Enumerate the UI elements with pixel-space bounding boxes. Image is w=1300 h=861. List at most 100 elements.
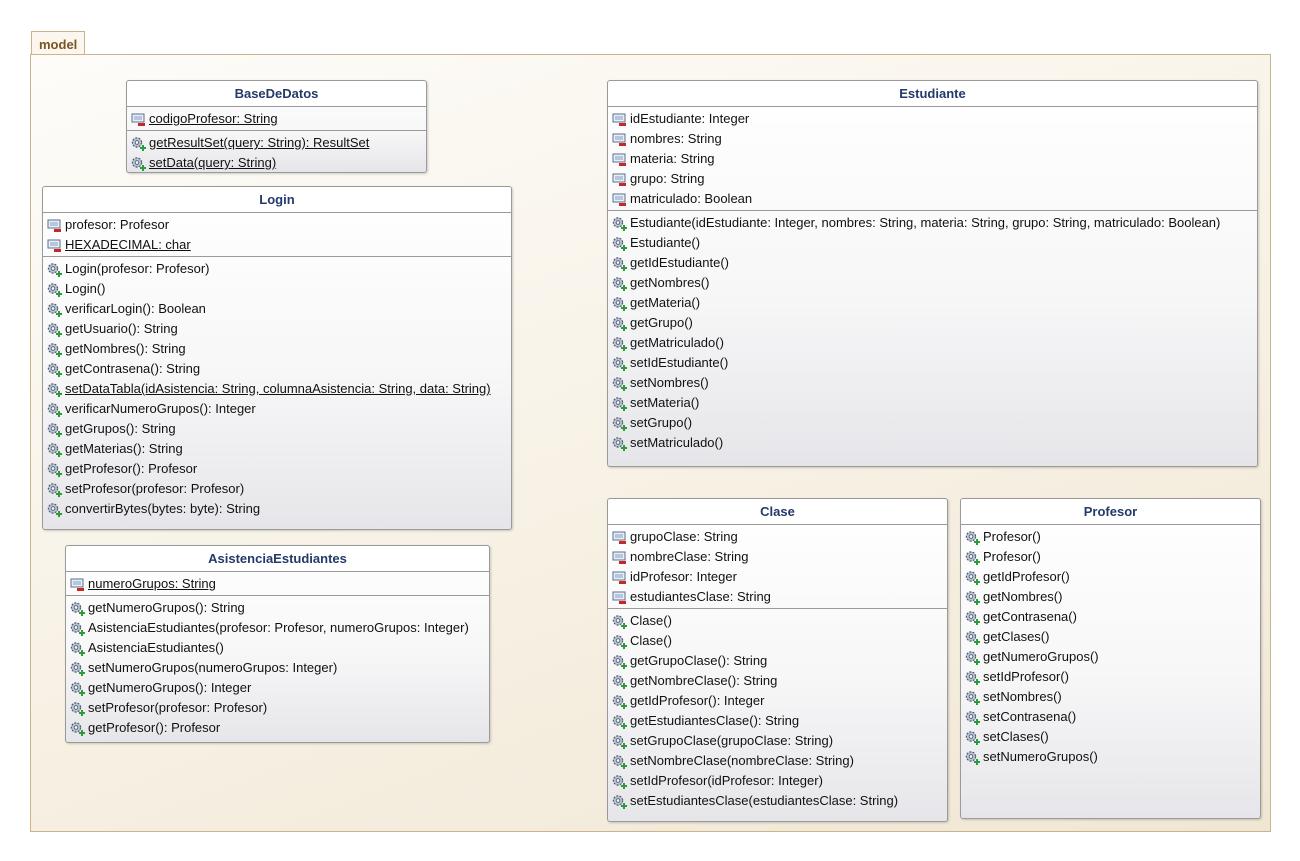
operation-text: Estudiante(idEstudiante: Integer, nombre… xyxy=(630,215,1221,230)
public-method-icon xyxy=(612,615,627,629)
attribute-row[interactable]: materia: String xyxy=(608,149,1257,169)
attribute-row[interactable]: matriculado: Boolean xyxy=(608,189,1257,209)
operation-row[interactable]: getUsuario(): String xyxy=(43,319,511,339)
operation-text: getNombres() xyxy=(630,275,710,290)
class-basededatos[interactable]: BaseDeDatos codigoProfesor: String getResu… xyxy=(126,80,427,173)
operation-row[interactable]: setNumeroGrupos() xyxy=(961,747,1260,767)
operation-row[interactable]: setDataTabla(idAsistencia: String, colum… xyxy=(43,379,511,399)
private-field-icon xyxy=(47,219,61,232)
class-profesor[interactable]: Profesor Profesor() Profesor() getIdProfeso… xyxy=(960,498,1261,819)
attribute-row[interactable]: idProfesor: Integer xyxy=(608,567,947,587)
operation-row[interactable]: setGrupo() xyxy=(608,413,1257,433)
attribute-row[interactable]: grupo: String xyxy=(608,169,1257,189)
operation-row[interactable]: getClases() xyxy=(961,627,1260,647)
public-method-icon xyxy=(965,751,980,765)
operation-row[interactable]: setNombreClase(nombreClase: String) xyxy=(608,751,947,771)
operation-row[interactable]: getIdProfesor(): Integer xyxy=(608,691,947,711)
operation-row[interactable]: getNombres() xyxy=(608,273,1257,293)
operation-row[interactable]: setProfesor(profesor: Profesor) xyxy=(66,698,489,718)
operation-row[interactable]: getResultSet(query: String): ResultSet xyxy=(127,133,426,153)
operation-text: setData(query: String) xyxy=(149,155,277,170)
private-field-icon xyxy=(612,173,626,186)
attribute-row[interactable]: HEXADECIMAL: char xyxy=(43,235,511,255)
operation-row[interactable]: Clase() xyxy=(608,611,947,631)
attribute-row[interactable]: nombreClase: String xyxy=(608,547,947,567)
operation-row[interactable]: Login() xyxy=(43,279,511,299)
operation-row[interactable]: verificarLogin(): Boolean xyxy=(43,299,511,319)
public-method-icon xyxy=(612,257,627,271)
operation-row[interactable]: Profesor() xyxy=(961,527,1260,547)
operation-row[interactable]: Login(profesor: Profesor) xyxy=(43,259,511,279)
operation-row[interactable]: setIdProfesor() xyxy=(961,667,1260,687)
package-tab[interactable]: model xyxy=(31,31,85,54)
public-method-icon xyxy=(965,531,980,545)
operation-row[interactable]: verificarNumeroGrupos(): Integer xyxy=(43,399,511,419)
public-method-icon xyxy=(612,397,627,411)
operation-row[interactable]: getContrasena() xyxy=(961,607,1260,627)
operation-row[interactable]: setProfesor(profesor: Profesor) xyxy=(43,479,511,499)
class-asistenciaestudiantes[interactable]: AsistenciaEstudiantes numeroGrupos: Strin… xyxy=(65,545,490,743)
operation-row[interactable]: getEstudiantesClase(): String xyxy=(608,711,947,731)
public-method-icon xyxy=(47,443,62,457)
attribute-row[interactable]: numeroGrupos: String xyxy=(66,574,489,594)
class-name: Estudiante xyxy=(608,81,1257,107)
operation-text: getGrupoClase(): String xyxy=(630,653,768,668)
operation-row[interactable]: Clase() xyxy=(608,631,947,651)
operation-text: AsistenciaEstudiantes() xyxy=(88,640,224,655)
operation-row[interactable]: getProfesor(): Profesor xyxy=(66,718,489,738)
operation-row[interactable]: getNombres(): String xyxy=(43,339,511,359)
operation-row[interactable]: getNombreClase(): String xyxy=(608,671,947,691)
operation-row[interactable]: Profesor() xyxy=(961,547,1260,567)
operation-row[interactable]: getGrupo() xyxy=(608,313,1257,333)
operation-row[interactable]: getMaterias(): String xyxy=(43,439,511,459)
operation-row[interactable]: getMateria() xyxy=(608,293,1257,313)
operation-row[interactable]: setNombres() xyxy=(608,373,1257,393)
operation-row[interactable]: AsistenciaEstudiantes(profesor: Profesor… xyxy=(66,618,489,638)
attribute-row[interactable]: idEstudiante: Integer xyxy=(608,109,1257,129)
operation-row[interactable]: Estudiante(idEstudiante: Integer, nombre… xyxy=(608,213,1257,233)
attributes-compartment: numeroGrupos: String xyxy=(66,572,489,596)
operation-row[interactable]: getMatriculado() xyxy=(608,333,1257,353)
operation-row[interactable]: setMatriculado() xyxy=(608,433,1257,453)
class-login[interactable]: Login profesor: Profesor HEXADECIMAL: char… xyxy=(42,186,512,530)
operation-text: setGrupo() xyxy=(630,415,693,430)
attribute-row[interactable]: codigoProfesor: String xyxy=(127,109,426,129)
operation-row[interactable]: getIdProfesor() xyxy=(961,567,1260,587)
operation-row[interactable]: getGrupos(): String xyxy=(43,419,511,439)
operation-row[interactable]: getNumeroGrupos() xyxy=(961,647,1260,667)
operation-row[interactable]: setEstudiantesClase(estudiantesClase: St… xyxy=(608,791,947,811)
operation-row[interactable]: setMateria() xyxy=(608,393,1257,413)
class-estudiante[interactable]: Estudiante idEstudiante: Integer nombres: … xyxy=(607,80,1258,467)
public-method-icon xyxy=(965,691,980,705)
operation-row[interactable]: getNumeroGrupos(): Integer xyxy=(66,678,489,698)
operation-row[interactable]: getProfesor(): Profesor xyxy=(43,459,511,479)
attribute-row[interactable]: profesor: Profesor xyxy=(43,215,511,235)
public-method-icon xyxy=(47,423,62,437)
operation-row[interactable]: getIdEstudiante() xyxy=(608,253,1257,273)
operation-row[interactable]: AsistenciaEstudiantes() xyxy=(66,638,489,658)
operation-row[interactable]: setIdEstudiante() xyxy=(608,353,1257,373)
operation-row[interactable]: setGrupoClase(grupoClase: String) xyxy=(608,731,947,751)
operation-row[interactable]: setIdProfesor(idProfesor: Integer) xyxy=(608,771,947,791)
public-method-icon xyxy=(70,662,85,676)
public-method-icon xyxy=(965,611,980,625)
attribute-row[interactable]: estudiantesClase: String xyxy=(608,587,947,607)
public-method-icon xyxy=(70,602,85,616)
operation-row[interactable]: setData(query: String) xyxy=(127,153,426,173)
operation-row[interactable]: setNombres() xyxy=(961,687,1260,707)
operation-row[interactable]: getGrupoClase(): String xyxy=(608,651,947,671)
class-clase[interactable]: Clase grupoClase: String nombreClase: Stri… xyxy=(607,498,948,822)
attribute-row[interactable]: nombres: String xyxy=(608,129,1257,149)
operation-row[interactable]: setContrasena() xyxy=(961,707,1260,727)
operation-row[interactable]: getNumeroGrupos(): String xyxy=(66,598,489,618)
operation-row[interactable]: setClases() xyxy=(961,727,1260,747)
operation-row[interactable]: getContrasena(): String xyxy=(43,359,511,379)
attribute-row[interactable]: grupoClase: String xyxy=(608,527,947,547)
operation-text: getGrupos(): String xyxy=(65,421,176,436)
operation-row[interactable]: setNumeroGrupos(numeroGrupos: Integer) xyxy=(66,658,489,678)
operation-text: getIdProfesor() xyxy=(983,569,1070,584)
operation-row[interactable]: Estudiante() xyxy=(608,233,1257,253)
operation-row[interactable]: getNombres() xyxy=(961,587,1260,607)
public-method-icon xyxy=(47,483,62,497)
operation-row[interactable]: convertirBytes(bytes: byte): String xyxy=(43,499,511,519)
